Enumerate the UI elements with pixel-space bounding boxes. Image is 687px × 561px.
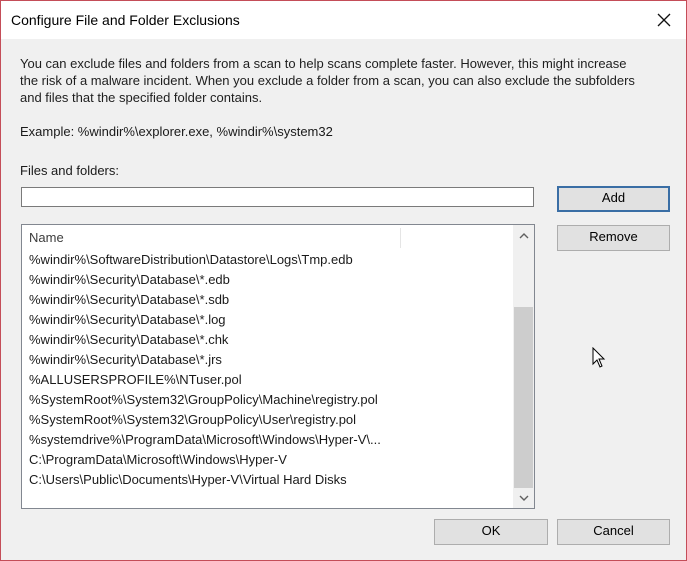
- list-item[interactable]: %windir%\Security\Database\*.chk: [22, 330, 512, 350]
- title-bar[interactable]: Configure File and Folder Exclusions: [1, 1, 686, 39]
- list-rows: %windir%\SoftwareDistribution\Datastore\…: [22, 250, 512, 490]
- column-divider[interactable]: [400, 228, 401, 248]
- chevron-up-icon: [519, 232, 528, 238]
- files-folders-label: Files and folders:: [20, 163, 119, 178]
- column-header-name[interactable]: Name: [29, 230, 64, 245]
- cancel-button[interactable]: Cancel: [557, 519, 670, 545]
- exclusions-list[interactable]: Name %windir%\SoftwareDistribution\Datas…: [21, 224, 535, 509]
- list-item[interactable]: %systemdrive%\ProgramData\Microsoft\Wind…: [22, 430, 512, 450]
- list-item[interactable]: %windir%\Security\Database\*.jrs: [22, 350, 512, 370]
- ok-button[interactable]: OK: [434, 519, 548, 545]
- vertical-scrollbar[interactable]: [513, 225, 534, 508]
- scroll-up-button[interactable]: [513, 225, 534, 245]
- path-input[interactable]: [21, 187, 534, 207]
- add-button[interactable]: Add: [557, 186, 670, 212]
- remove-button[interactable]: Remove: [557, 225, 670, 251]
- window-title: Configure File and Folder Exclusions: [11, 12, 240, 28]
- description-text: You can exclude files and folders from a…: [20, 56, 635, 105]
- list-item[interactable]: %SystemRoot%\System32\GroupPolicy\User\r…: [22, 410, 512, 430]
- chevron-down-icon: [519, 495, 528, 501]
- scroll-down-button[interactable]: [513, 488, 534, 508]
- list-header: Name: [22, 225, 512, 250]
- list-item[interactable]: %SystemRoot%\System32\GroupPolicy\Machin…: [22, 390, 512, 410]
- list-item[interactable]: %windir%\SoftwareDistribution\Datastore\…: [22, 250, 512, 270]
- list-item[interactable]: C:\Users\Public\Documents\Hyper-V\Virtua…: [22, 470, 512, 490]
- scrollbar-thumb[interactable]: [514, 307, 533, 488]
- list-item[interactable]: %windir%\Security\Database\*.log: [22, 310, 512, 330]
- list-item[interactable]: %ALLUSERSPROFILE%\NTuser.pol: [22, 370, 512, 390]
- close-icon: [657, 13, 671, 27]
- close-button[interactable]: [642, 1, 686, 39]
- list-item[interactable]: %windir%\Security\Database\*.edb: [22, 270, 512, 290]
- example-text: Example: %windir%\explorer.exe, %windir%…: [20, 124, 333, 139]
- list-item[interactable]: %windir%\Security\Database\*.sdb: [22, 290, 512, 310]
- dialog-window: Configure File and Folder Exclusions You…: [0, 0, 687, 561]
- mouse-cursor-icon: [592, 347, 606, 368]
- list-item[interactable]: C:\ProgramData\Microsoft\Windows\Hyper-V: [22, 450, 512, 470]
